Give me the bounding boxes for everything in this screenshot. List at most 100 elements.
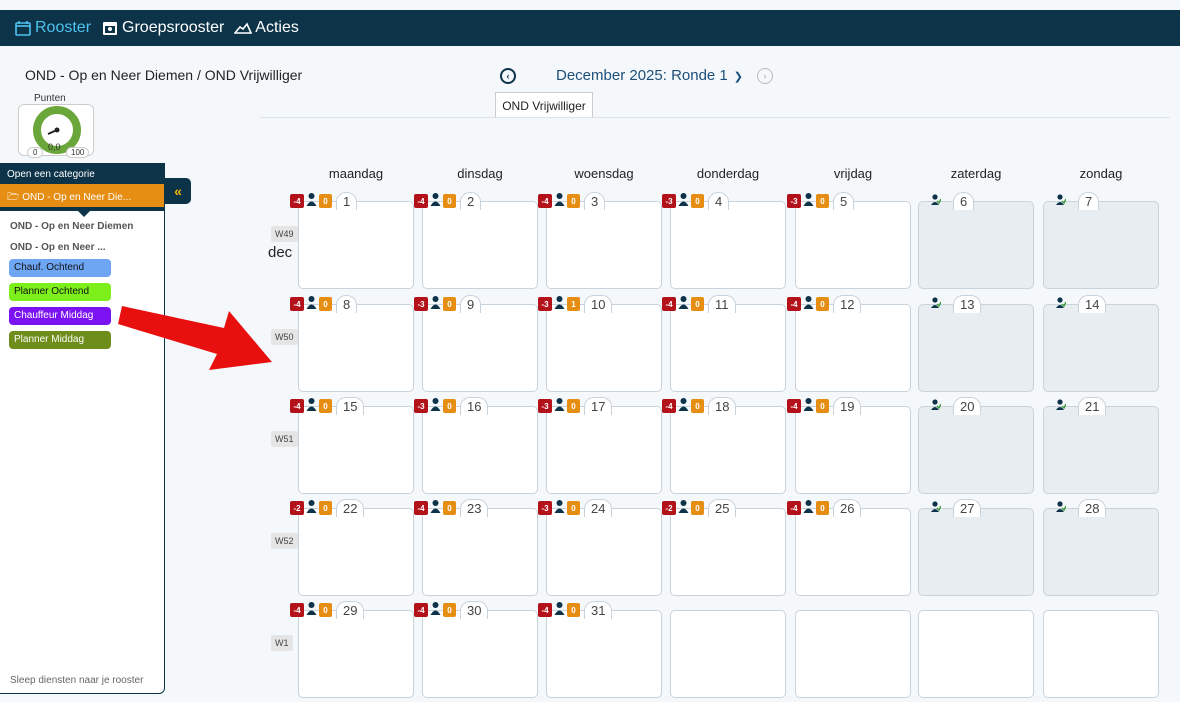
group-calendar-icon bbox=[101, 20, 119, 36]
sidebar-caret-icon bbox=[78, 211, 90, 217]
gauge-label: Punten bbox=[34, 93, 66, 104]
day-cell[interactable] bbox=[422, 201, 538, 289]
nav-rooster[interactable]: Rooster bbox=[14, 19, 91, 37]
day-cell[interactable] bbox=[918, 304, 1034, 392]
month-label[interactable]: December 2025: Ronde 1 ❯ bbox=[556, 67, 743, 84]
day-cell[interactable] bbox=[1043, 406, 1159, 494]
day-cell[interactable] bbox=[546, 508, 662, 596]
day-cell[interactable] bbox=[298, 304, 414, 392]
shortage-badge: -3 bbox=[414, 399, 428, 413]
day-number: 18 bbox=[708, 397, 737, 415]
day-number: 14 bbox=[1078, 295, 1107, 313]
count-badge: 0 bbox=[816, 297, 829, 311]
count-badge: 0 bbox=[443, 603, 456, 617]
person-icon bbox=[678, 192, 689, 211]
day-number: 26 bbox=[833, 499, 862, 517]
person-icon bbox=[803, 295, 814, 314]
day-number: 15 bbox=[336, 397, 365, 415]
day-cell[interactable] bbox=[670, 406, 786, 494]
day-cell[interactable] bbox=[298, 610, 414, 698]
day-cell[interactable] bbox=[670, 610, 786, 698]
day-cell[interactable] bbox=[422, 406, 538, 494]
day-cell[interactable] bbox=[298, 201, 414, 289]
day-cell[interactable] bbox=[670, 201, 786, 289]
day-header: -4 0 19 bbox=[787, 397, 862, 415]
count-badge: 0 bbox=[319, 194, 332, 208]
day-cell[interactable] bbox=[546, 406, 662, 494]
collapse-sidebar-button[interactable]: « bbox=[165, 178, 191, 204]
day-header: 21 bbox=[1055, 397, 1107, 415]
day-cell[interactable] bbox=[1043, 508, 1159, 596]
gauge-min: 0 bbox=[27, 147, 44, 158]
day-cell[interactable] bbox=[795, 201, 911, 289]
day-number: 2 bbox=[460, 192, 482, 210]
day-cell[interactable] bbox=[670, 508, 786, 596]
shortage-badge: -3 bbox=[538, 297, 552, 311]
day-cell[interactable] bbox=[422, 304, 538, 392]
day-cell[interactable] bbox=[918, 406, 1034, 494]
day-cell[interactable] bbox=[795, 508, 911, 596]
shortage-badge: -4 bbox=[290, 399, 304, 413]
top-navigation: Rooster Groepsrooster Acties bbox=[0, 10, 1180, 46]
nav-acties-label: Acties bbox=[255, 19, 299, 36]
day-cell[interactable] bbox=[670, 304, 786, 392]
tab-ond-vrijwilliger[interactable]: OND Vrijwilliger bbox=[495, 92, 593, 118]
day-cell[interactable] bbox=[422, 508, 538, 596]
folder-icon: 🗁 bbox=[7, 192, 23, 203]
day-number: 11 bbox=[708, 295, 736, 313]
day-cell[interactable] bbox=[795, 610, 911, 698]
count-badge: 0 bbox=[691, 194, 704, 208]
person-icon bbox=[430, 601, 441, 620]
nav-acties[interactable]: Acties bbox=[233, 19, 299, 37]
shortage-badge: -4 bbox=[290, 603, 304, 617]
day-cell[interactable] bbox=[298, 406, 414, 494]
person-icon bbox=[803, 499, 814, 518]
day-cell[interactable] bbox=[1043, 304, 1159, 392]
sidebar-folder-label: OND - Op en Neer Die... bbox=[22, 192, 132, 203]
day-number: 8 bbox=[336, 295, 358, 313]
day-number: 23 bbox=[460, 499, 489, 517]
day-header: -3 0 4 bbox=[662, 192, 730, 211]
weekday-2: woensdag bbox=[574, 166, 634, 181]
day-header: -2 0 22 bbox=[290, 499, 365, 517]
day-cell[interactable] bbox=[795, 304, 911, 392]
count-badge: 1 bbox=[567, 297, 580, 311]
person-icon bbox=[306, 601, 317, 620]
pill-planner-ochtend[interactable]: Planner Ochtend bbox=[9, 283, 111, 301]
day-number: 21 bbox=[1078, 397, 1107, 415]
month-label-text: December 2025: Ronde 1 bbox=[556, 67, 728, 84]
day-cell[interactable] bbox=[422, 610, 538, 698]
sidebar-folder[interactable]: 🗁 OND - Op en Neer Die... bbox=[0, 184, 164, 207]
pill-chauf-ochtend[interactable]: Chauf. Ochtend bbox=[9, 259, 111, 277]
next-month-button[interactable]: › bbox=[757, 67, 773, 84]
day-cell[interactable] bbox=[546, 304, 662, 392]
day-number: 13 bbox=[953, 295, 982, 313]
person-check-icon bbox=[930, 397, 941, 416]
day-cell[interactable] bbox=[918, 610, 1034, 698]
day-cell[interactable] bbox=[918, 508, 1034, 596]
day-cell[interactable] bbox=[546, 610, 662, 698]
pill-chauffeur-middag[interactable]: Chauffeur Middag bbox=[9, 307, 111, 325]
day-cell[interactable] bbox=[795, 406, 911, 494]
day-header: -4 0 2 bbox=[414, 192, 482, 210]
week-tag: W51 bbox=[271, 431, 298, 447]
day-cell[interactable] bbox=[1043, 201, 1159, 289]
pill-planner-middag[interactable]: Planner Middag bbox=[9, 331, 111, 349]
day-cell[interactable] bbox=[546, 201, 662, 289]
prev-month-button[interactable]: ‹ bbox=[500, 67, 516, 84]
count-badge: 0 bbox=[319, 399, 332, 413]
nav-groepsrooster[interactable]: Groepsrooster bbox=[101, 19, 224, 37]
day-header: -3 0 16 bbox=[414, 397, 489, 415]
day-number: 4 bbox=[708, 192, 730, 210]
day-cell[interactable] bbox=[918, 201, 1034, 289]
person-check-icon bbox=[930, 192, 941, 211]
shortage-badge: -4 bbox=[787, 501, 801, 515]
day-number: 9 bbox=[460, 295, 482, 313]
person-icon bbox=[306, 397, 317, 416]
person-icon bbox=[306, 192, 317, 211]
day-cell[interactable] bbox=[1043, 610, 1159, 698]
day-number: 29 bbox=[336, 601, 365, 619]
day-cell[interactable] bbox=[298, 508, 414, 596]
day-header: -3 0 24 bbox=[538, 499, 613, 517]
day-number: 16 bbox=[460, 397, 489, 415]
